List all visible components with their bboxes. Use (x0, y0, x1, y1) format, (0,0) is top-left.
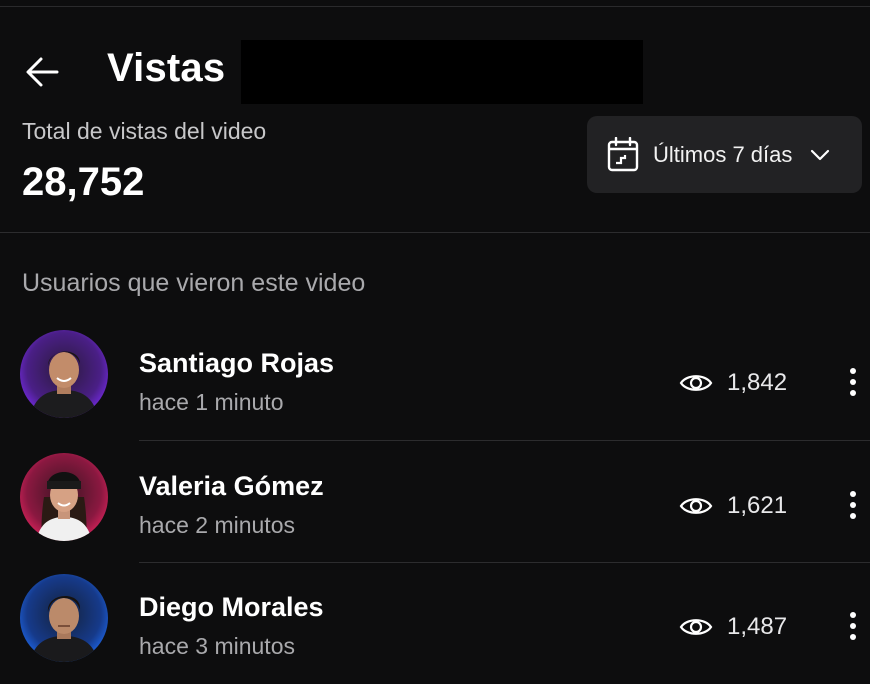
top-divider (0, 6, 870, 7)
viewers-screen: Vistas Total de vistas del video 28,752 … (0, 0, 870, 684)
header: Vistas (0, 40, 870, 104)
viewer-name: Valeria Gómez (139, 471, 324, 501)
eye-icon (679, 498, 713, 514)
section-divider (0, 232, 870, 233)
viewers-heading: Usuarios que vieron este video (22, 269, 366, 297)
more-vertical-icon (850, 491, 856, 519)
view-count: 1,621 (727, 492, 788, 519)
viewer-views: 1,842 (679, 368, 787, 398)
page-title: Vistas (107, 46, 226, 90)
chevron-down-icon (810, 149, 830, 161)
view-count: 1,842 (727, 369, 788, 396)
total-views-value: 28,752 (22, 160, 145, 204)
row-divider (139, 440, 870, 441)
back-button[interactable] (18, 48, 66, 96)
date-range-dropdown[interactable]: Últimos 7 días (587, 116, 862, 193)
date-range-label: Últimos 7 días (653, 141, 793, 167)
total-views-label: Total de vistas del video (22, 118, 267, 144)
viewer-row[interactable]: Diego Morales hace 3 minutos 1,487 (0, 574, 870, 684)
more-vertical-icon (850, 368, 856, 396)
viewer-row[interactable]: Santiago Rojas hace 1 minuto 1,842 (0, 330, 870, 448)
redacted-block (241, 40, 643, 104)
more-vertical-icon (850, 612, 856, 640)
viewer-views: 1,487 (679, 612, 787, 642)
row-divider (139, 562, 870, 563)
avatar (20, 574, 108, 662)
eye-icon (679, 619, 713, 635)
viewer-time: hace 1 minuto (139, 389, 284, 415)
viewer-name: Diego Morales (139, 592, 324, 622)
viewer-views: 1,621 (679, 491, 787, 521)
avatar (20, 453, 108, 541)
eye-icon (679, 375, 713, 391)
arrow-left-icon (26, 57, 59, 87)
calendar-icon (607, 136, 639, 171)
more-options-button[interactable] (838, 360, 868, 404)
avatar (20, 330, 108, 418)
viewer-time: hace 3 minutos (139, 633, 295, 659)
more-options-button[interactable] (838, 483, 868, 527)
viewer-time: hace 2 minutos (139, 512, 295, 538)
view-count: 1,487 (727, 613, 788, 640)
viewer-row[interactable]: Valeria Gómez hace 2 minutos 1,621 (0, 453, 870, 571)
viewer-name: Santiago Rojas (139, 348, 335, 378)
more-options-button[interactable] (838, 604, 868, 648)
